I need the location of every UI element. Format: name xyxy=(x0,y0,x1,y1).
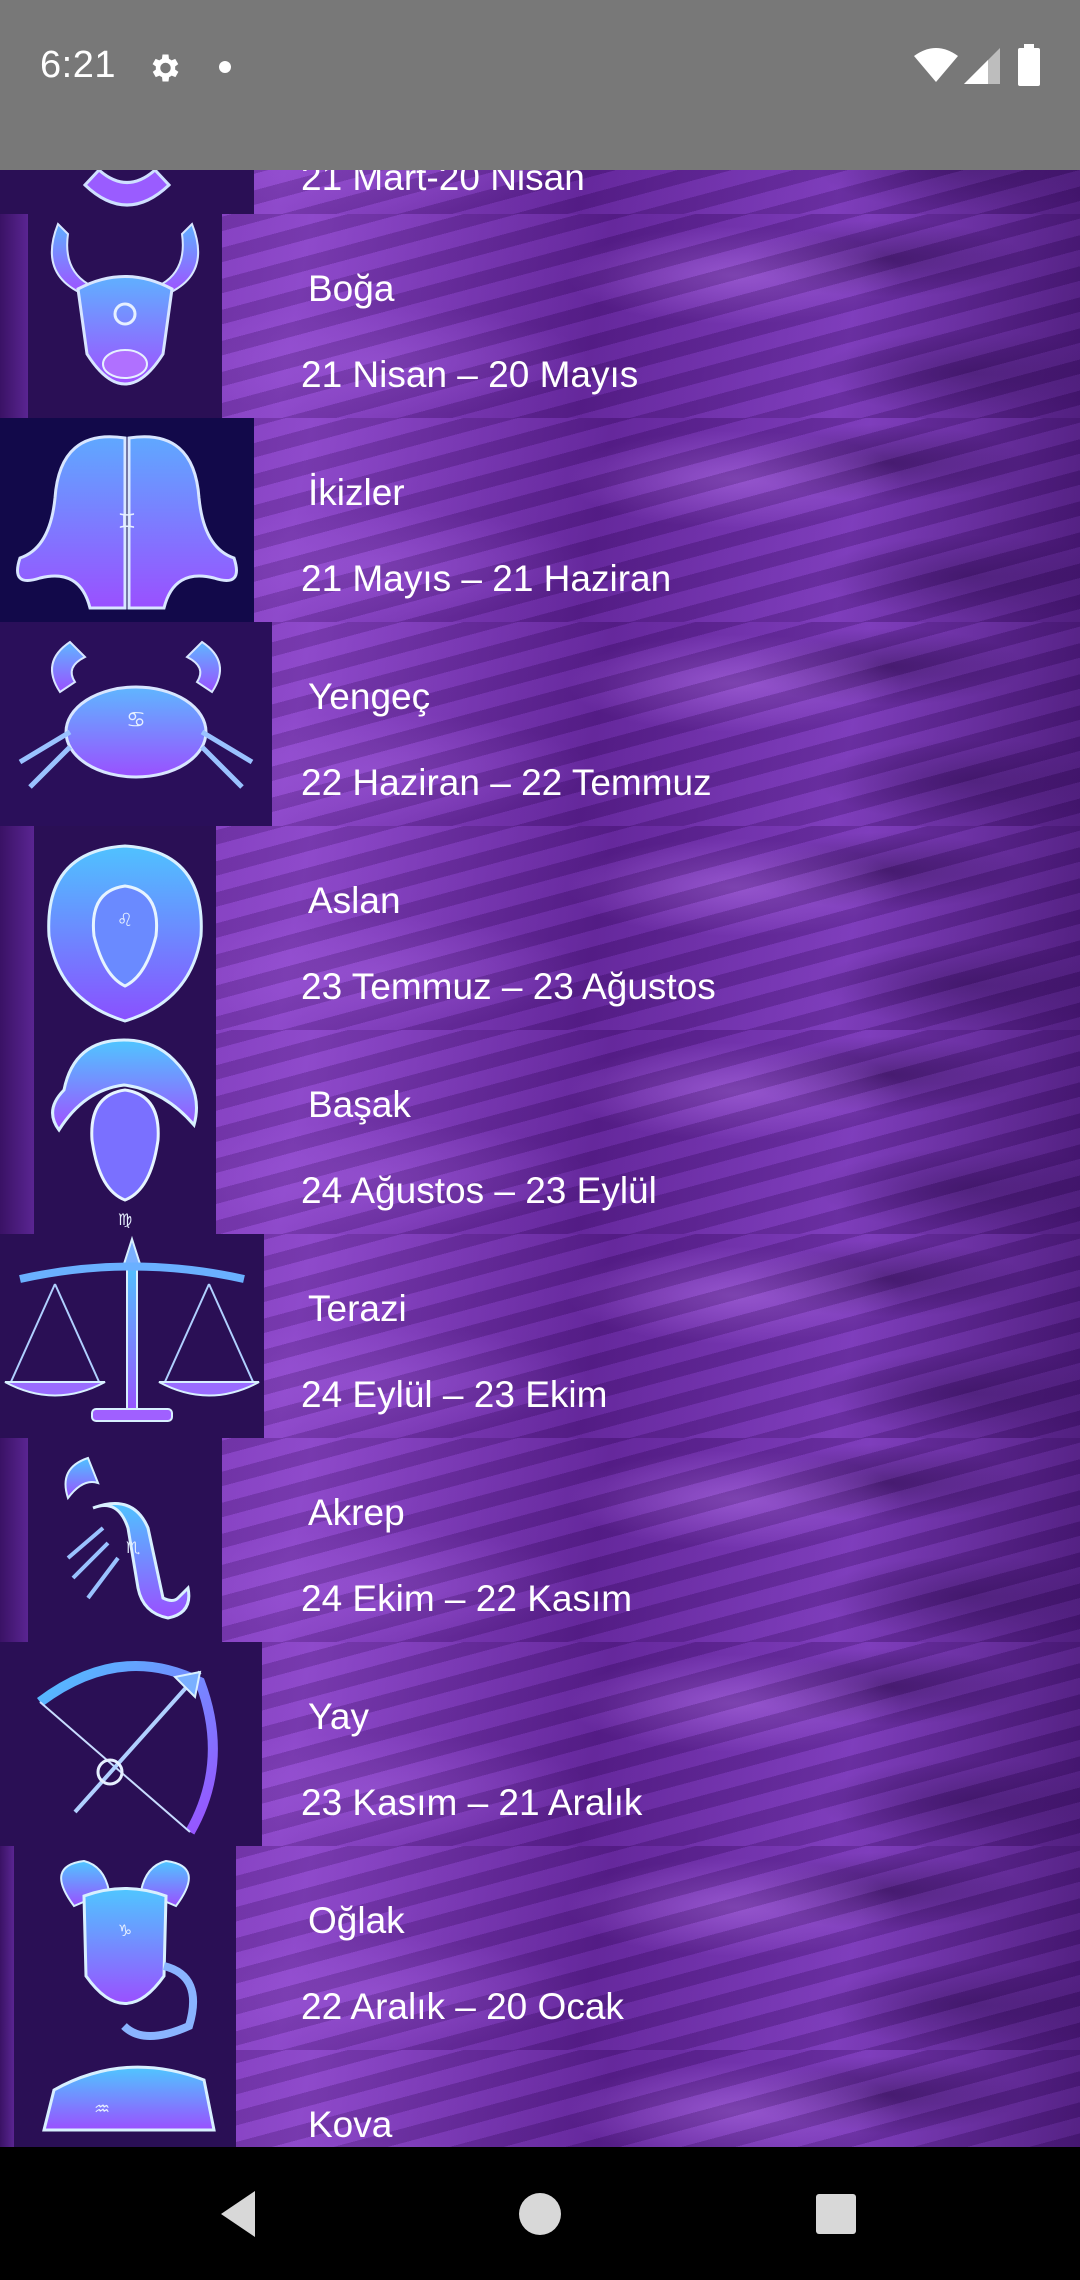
row-left-strip xyxy=(0,1846,14,2050)
zodiac-dates: 24 Ağustos – 23 Eylül xyxy=(301,1170,657,1211)
goat-icon: ♑ xyxy=(60,1859,198,2040)
zodiac-dates: 21 Mart-20 Nisan xyxy=(301,170,585,198)
zodiac-list[interactable]: 21 Mart-20 Nisan Boğa 21 Nisan – 20 Mayı… xyxy=(0,170,1080,2147)
settings-gear-icon xyxy=(146,50,182,86)
status-time: 6:21 xyxy=(40,44,116,86)
zodiac-name: Yengeç xyxy=(308,676,431,717)
zodiac-thumbnail: ♌ xyxy=(34,826,216,1030)
zodiac-name: Yay xyxy=(308,1696,370,1737)
navigation-bar xyxy=(0,2147,1080,2280)
zodiac-thumbnail: ♏ xyxy=(28,1438,222,1642)
zodiac-thumbnail xyxy=(28,214,222,418)
zodiac-dates: 22 Haziran – 22 Temmuz xyxy=(301,762,712,803)
back-button[interactable] xyxy=(205,2179,275,2249)
home-button[interactable] xyxy=(505,2179,575,2249)
row-left-strip xyxy=(0,1438,28,1642)
zodiac-name: Terazi xyxy=(308,1288,407,1329)
zodiac-dates: 24 Eylül – 23 Ekim xyxy=(301,1374,608,1415)
ram-icon xyxy=(82,170,172,207)
zodiac-row-cancer[interactable]: ♋ Yengeç 22 Haziran – 22 Temmuz xyxy=(0,622,1080,826)
zodiac-dates: 22 Aralık – 20 Ocak xyxy=(301,1986,624,2027)
svg-text:♌: ♌ xyxy=(117,910,133,931)
row-left-strip xyxy=(0,1030,34,1234)
cellular-signal-icon xyxy=(964,48,1000,84)
maiden-icon: ♍ xyxy=(51,1038,198,1229)
zodiac-row-capricorn[interactable]: ♑ Oğlak 22 Aralık – 20 Ocak xyxy=(0,1846,1080,2050)
scorpion-icon: ♏ xyxy=(64,1456,191,1620)
row-left-strip xyxy=(0,214,28,418)
zodiac-name: Oğlak xyxy=(308,1900,405,1941)
svg-text:♏: ♏ xyxy=(126,1538,140,1557)
zodiac-dates: 24 Ekim – 22 Kasım xyxy=(301,1578,633,1619)
svg-text:♒: ♒ xyxy=(94,2099,110,2120)
wifi-icon xyxy=(914,48,958,84)
zodiac-name: Boğa xyxy=(308,268,395,309)
zodiac-thumbnail: ♍ xyxy=(34,1030,216,1234)
zodiac-thumbnail: ♋ xyxy=(0,622,272,826)
home-icon xyxy=(519,2193,561,2235)
row-left-strip xyxy=(0,2050,14,2147)
twins-icon: ♊ xyxy=(16,435,238,610)
crab-icon: ♋ xyxy=(18,640,254,789)
zodiac-dates: 21 Nisan – 20 Mayıs xyxy=(301,354,639,395)
zodiac-row-libra[interactable]: Terazi 24 Eylül – 23 Ekim xyxy=(0,1234,1080,1438)
svg-text:♊: ♊ xyxy=(118,509,136,533)
zodiac-row-taurus[interactable]: Boğa 21 Nisan – 20 Mayıs xyxy=(0,214,1080,418)
bull-icon xyxy=(50,222,200,386)
zodiac-dates: 23 Kasım – 21 Aralık xyxy=(301,1782,643,1823)
zodiac-thumbnail: ♑ xyxy=(14,1846,236,2050)
zodiac-row-virgo[interactable]: ♍ Başak 24 Ağustos – 23 Eylül xyxy=(0,1030,1080,1234)
water-jar-icon: ♒ xyxy=(42,2065,216,2132)
zodiac-row-leo[interactable]: ♌ Aslan 23 Temmuz – 23 Ağustos xyxy=(0,826,1080,1030)
zodiac-name: Başak xyxy=(308,1084,411,1125)
battery-icon xyxy=(1018,44,1040,86)
back-icon xyxy=(221,2191,255,2237)
row-left-strip xyxy=(0,826,34,1030)
zodiac-name: Kova xyxy=(308,2104,393,2145)
recents-icon xyxy=(816,2194,856,2234)
zodiac-row-aquarius[interactable]: ♒ Kova xyxy=(0,2050,1080,2147)
zodiac-thumbnail xyxy=(0,170,254,214)
recents-button[interactable] xyxy=(801,2179,871,2249)
zodiac-thumbnail xyxy=(0,1642,262,1846)
zodiac-dates: 21 Mayıs – 21 Haziran xyxy=(301,558,672,599)
svg-text:♑: ♑ xyxy=(118,1921,132,1940)
bow-arrow-icon xyxy=(37,1661,218,1835)
svg-text:♍: ♍ xyxy=(118,1210,132,1229)
svg-text:♋: ♋ xyxy=(126,708,146,733)
zodiac-row-aries[interactable]: 21 Mart-20 Nisan xyxy=(0,170,1080,214)
lion-icon: ♌ xyxy=(47,844,203,1023)
zodiac-thumbnail: ♒ xyxy=(14,2050,236,2147)
status-bar: 6:21 xyxy=(0,0,1080,170)
zodiac-row-scorpio[interactable]: ♏ Akrep 24 Ekim – 22 Kasım xyxy=(0,1438,1080,1642)
zodiac-thumbnail xyxy=(0,1234,264,1438)
zodiac-row-sagittarius[interactable]: Yay 23 Kasım – 21 Aralık xyxy=(0,1642,1080,1846)
zodiac-name: İkizler xyxy=(308,472,405,513)
zodiac-dates: 23 Temmuz – 23 Ağustos xyxy=(301,966,716,1007)
zodiac-thumbnail: ♊ xyxy=(0,418,254,622)
zodiac-name: Akrep xyxy=(308,1492,405,1533)
scales-icon xyxy=(4,1235,260,1422)
zodiac-name: Aslan xyxy=(308,880,401,921)
notification-dot-icon xyxy=(218,60,232,74)
zodiac-row-gemini[interactable]: ♊ İkizler 21 Mayıs – 21 Haziran xyxy=(0,418,1080,622)
